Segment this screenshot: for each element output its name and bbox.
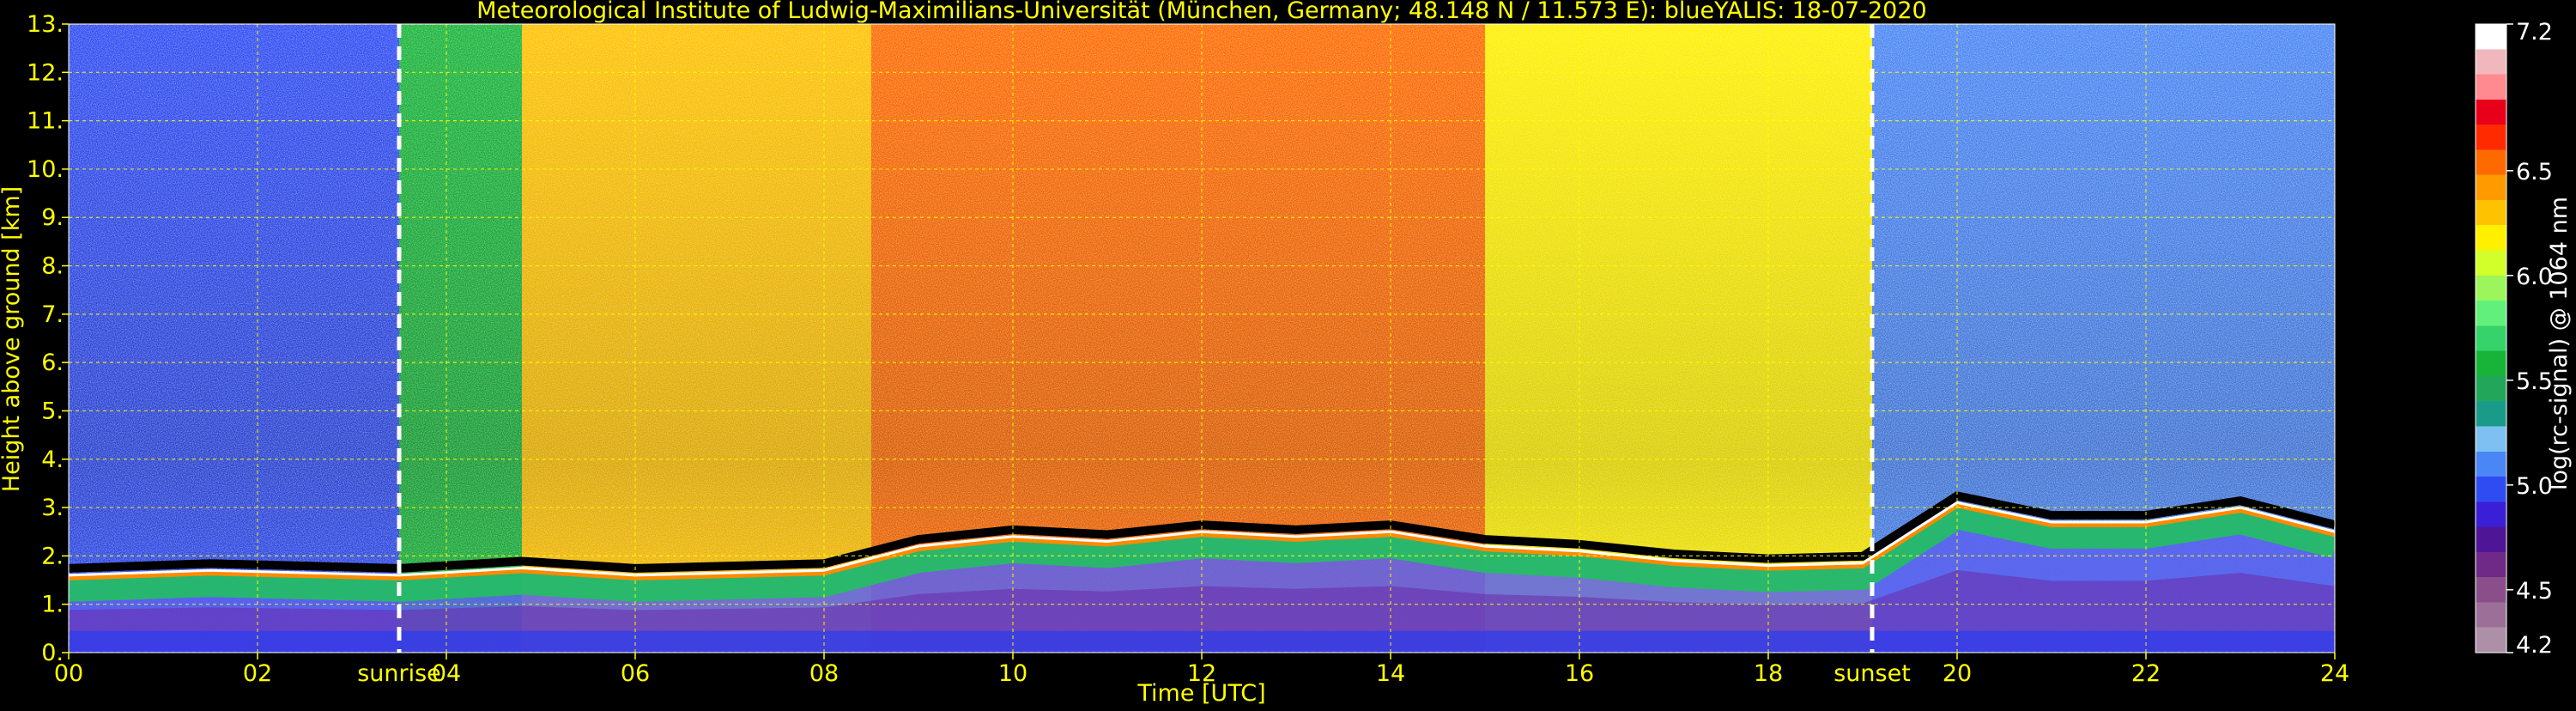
y-ticks: 0. 1. 2. 3. 4. 5. 6. 7. 8. 9. 10. 11. 12. 13. [27, 11, 69, 666]
y-tick-label: 1. [41, 592, 64, 618]
x-tick-label: 08 [809, 660, 839, 687]
y-tick-label: 7. [41, 301, 64, 328]
x-tick-label: 14 [1376, 660, 1405, 687]
annotation-label: sunset [1834, 660, 1911, 687]
y-tick-label: 10. [27, 156, 64, 183]
x-tick-label: 16 [1565, 660, 1594, 687]
y-axis-label: Height above ground [km] [0, 186, 25, 492]
colorbar-tick-label: 6.5 [2516, 159, 2553, 185]
x-tick-label: 22 [2131, 660, 2161, 687]
annotation-label: sunrise [357, 660, 441, 687]
lidar-chart: Meteorological Institute of Ludwig-Maxim… [0, 0, 2576, 708]
y-tick-label: 2. [41, 543, 64, 569]
x-tick-label: 06 [621, 660, 650, 687]
y-tick-label: 8. [41, 253, 64, 280]
y-tick-label: 3. [41, 495, 64, 521]
colorbar-tick-label: 4.5 [2516, 578, 2553, 605]
plot-area [69, 24, 2335, 653]
y-tick-label: 6. [41, 349, 64, 376]
colorbar-tick-label: 7.2 [2516, 19, 2553, 46]
colorbar-scale [2475, 23, 2507, 653]
chart-title: Meteorological Institute of Ludwig-Maxim… [476, 0, 1926, 24]
colorbar: 4.24.55.05.56.06.57.2 log(rc-signal) @ 1… [2475, 19, 2573, 659]
y-tick-label: 4. [41, 447, 64, 473]
colorbar-tick-label: 4.2 [2516, 632, 2553, 659]
y-tick-label: 0. [41, 640, 64, 666]
x-tick-label: 10 [998, 660, 1027, 687]
x-tick-label: 18 [1754, 660, 1783, 687]
y-tick-label: 5. [41, 398, 64, 424]
x-axis-label: Time [UTC] [1136, 680, 1265, 707]
annotations: sunrise sunset [357, 660, 1911, 687]
x-tick-label: 24 [2320, 660, 2349, 687]
colorbar-label: log(rc-signal) @ 1064 nm [2546, 197, 2573, 490]
y-tick-label: 13. [27, 11, 64, 38]
x-tick-label: 20 [1943, 660, 1972, 687]
x-tick-label: 02 [243, 660, 272, 687]
y-tick-label: 11. [27, 108, 64, 135]
y-tick-label: 9. [41, 204, 64, 231]
y-tick-label: 12. [27, 59, 64, 86]
chart-svg: Meteorological Institute of Ludwig-Maxim… [0, 0, 2573, 707]
